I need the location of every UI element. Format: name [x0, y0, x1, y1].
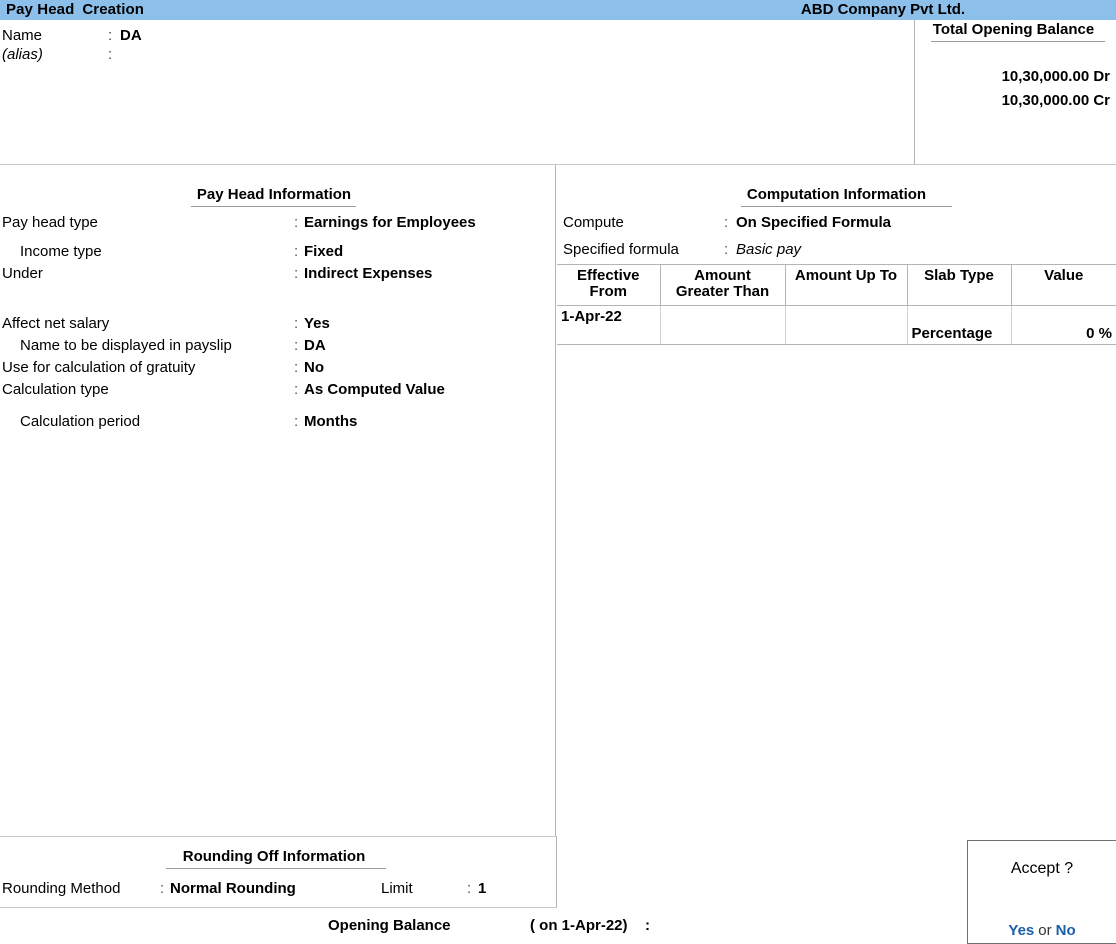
calculation-type-colon: : — [294, 381, 299, 398]
total-opening-balance-underline — [931, 41, 1105, 42]
column-header-effective-from-line2: From — [589, 283, 628, 300]
calculation-period-colon: : — [294, 413, 299, 430]
screen-title: Pay Head Creation — [6, 1, 144, 18]
table-row[interactable]: 1-Apr-22 Percentage 0 % — [557, 305, 1116, 344]
rounding-limit-colon: : — [467, 880, 472, 897]
alias-colon: : — [108, 46, 113, 63]
pay-head-type-colon: : — [294, 214, 299, 231]
under-value[interactable]: Indirect Expenses — [304, 265, 432, 282]
cell-amount-up-to[interactable] — [785, 305, 908, 344]
income-type-value[interactable]: Fixed — [304, 243, 343, 260]
column-header-value: Value — [1011, 265, 1116, 306]
compute-label: Compute — [563, 214, 624, 231]
calculation-period-label: Calculation period — [20, 413, 141, 430]
payslip-name-value[interactable]: DA — [304, 337, 326, 354]
column-header-slab-type: Slab Type — [907, 265, 1012, 306]
name-colon: : — [108, 27, 113, 44]
rounding-method-label: Rounding Method — [2, 880, 121, 897]
calculation-type-label: Calculation type — [2, 381, 109, 398]
calculation-period-value[interactable]: Months — [304, 413, 357, 430]
pay-head-type-value[interactable]: Earnings for Employees — [304, 214, 476, 231]
name-label: Name — [2, 27, 43, 44]
under-colon: : — [294, 265, 299, 282]
compute-value[interactable]: On Specified Formula — [736, 214, 891, 231]
column-header-amount-greater-than-line1: Amount — [694, 267, 751, 284]
calculation-type-value[interactable]: As Computed Value — [304, 381, 445, 398]
column-header-amount-up-to-line1: Amount Up To — [794, 267, 898, 284]
rounding-off-information-underline — [166, 868, 386, 869]
opening-balance-label: Opening Balance — [328, 917, 451, 934]
slab-table-body: 1-Apr-22 Percentage 0 % — [557, 305, 1116, 344]
column-header-value-line1: Value — [1044, 267, 1084, 284]
pay-head-information-underline — [191, 206, 356, 207]
payslip-name-label: Name to be displayed in payslip — [20, 337, 232, 354]
accept-yes-button[interactable]: Yes — [1008, 922, 1034, 939]
gratuity-label: Use for calculation of gratuity — [2, 359, 196, 376]
total-opening-balance-title: Total Opening Balance — [932, 21, 1095, 38]
specified-formula-colon: : — [724, 241, 729, 258]
gratuity-value[interactable]: No — [304, 359, 324, 376]
computation-information-title: Computation Information — [746, 186, 927, 203]
slab-table-header: Effective From Amount Greater Than Amoun… — [557, 265, 1116, 306]
computation-information-panel: Computation Information Compute : On Spe… — [557, 165, 1116, 908]
specified-formula-label: Specified formula — [563, 241, 679, 258]
pay-head-information-title: Pay Head Information — [196, 186, 352, 203]
column-header-slab-type-line1: Slab Type — [924, 267, 994, 284]
column-header-amount-up-to: Amount Up To — [785, 265, 908, 306]
rounding-method-value[interactable]: Normal Rounding — [170, 880, 296, 897]
accept-dialog: Accept ? Yes or No — [967, 840, 1116, 944]
pay-head-information-panel: Pay Head Information Pay head type : Ear… — [0, 165, 556, 836]
payslip-name-colon: : — [294, 337, 299, 354]
income-type-colon: : — [294, 243, 299, 260]
name-input[interactable]: DA — [120, 27, 142, 44]
rounding-off-information-panel: Rounding Off Information Rounding Method… — [0, 836, 557, 908]
alias-label: (alias) — [2, 46, 43, 63]
pay-head-type-label: Pay head type — [2, 214, 98, 231]
slab-table-header-row: Effective From Amount Greater Than Amoun… — [557, 265, 1116, 306]
specified-formula-value[interactable]: Basic pay — [736, 241, 801, 258]
company-name: ABD Company Pvt Ltd. — [800, 1, 966, 18]
accept-dialog-choices: Yes or No — [968, 922, 1116, 939]
accept-dialog-title: Accept ? — [1010, 860, 1074, 877]
opening-balance-date: ( on 1-Apr-22) — [530, 917, 628, 934]
rounding-off-information-title: Rounding Off Information — [182, 848, 366, 865]
rounding-limit-value[interactable]: 1 — [478, 880, 486, 897]
column-header-effective-from: Effective From — [557, 265, 661, 306]
rounding-limit-label: Limit — [381, 880, 413, 897]
computation-information-underline — [741, 206, 952, 207]
accept-no-button[interactable]: No — [1056, 922, 1076, 939]
title-bar: Pay Head Creation ABD Company Pvt Ltd. — [0, 0, 1116, 20]
column-header-amount-greater-than: Amount Greater Than — [660, 265, 786, 306]
compute-colon: : — [724, 214, 729, 231]
footer-opening-balance-bar: Opening Balance ( on 1-Apr-22) : — [0, 909, 1116, 944]
cell-amount-greater-than[interactable] — [660, 305, 786, 344]
rounding-method-colon: : — [160, 880, 165, 897]
affect-net-salary-value[interactable]: Yes — [304, 315, 330, 332]
screen-title-word1: Pay Head — [6, 1, 75, 18]
column-header-amount-greater-than-line2: Greater Than — [675, 283, 770, 300]
screen-title-word2: Creation — [82, 1, 144, 18]
total-opening-balance-debit: 10,30,000.00 Dr — [1001, 68, 1110, 85]
opening-balance-colon: : — [645, 917, 650, 934]
cell-effective-from[interactable]: 1-Apr-22 — [557, 305, 661, 344]
cell-value[interactable]: 0 % — [1011, 306, 1116, 344]
column-header-effective-from-line1: Effective — [576, 267, 640, 284]
gratuity-colon: : — [294, 359, 299, 376]
slab-table: Effective From Amount Greater Than Amoun… — [557, 264, 1116, 345]
accept-or-label: or — [1038, 922, 1052, 939]
under-label: Under — [2, 265, 43, 282]
total-opening-balance-credit: 10,30,000.00 Cr — [1001, 92, 1110, 109]
income-type-label: Income type — [20, 243, 102, 260]
cell-slab-type[interactable]: Percentage — [907, 305, 1012, 344]
affect-net-salary-label: Affect net salary — [2, 315, 110, 332]
total-opening-balance-panel: Total Opening Balance 10,30,000.00 Dr 10… — [914, 20, 1116, 165]
affect-net-salary-colon: : — [294, 315, 299, 332]
